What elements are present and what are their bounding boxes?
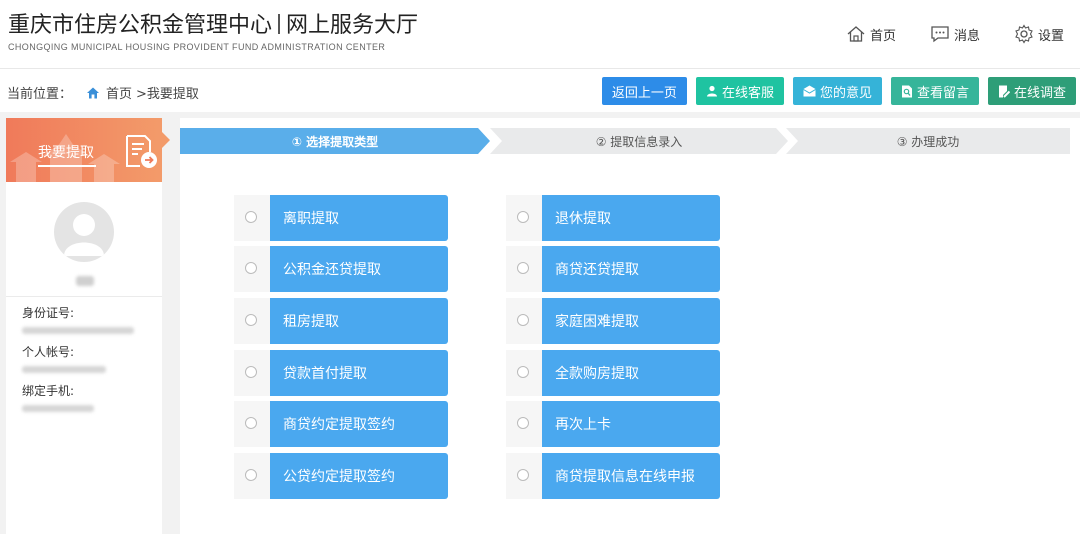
edit-icon: [998, 85, 1010, 98]
radio-button[interactable]: [245, 262, 257, 274]
radio-button[interactable]: [517, 469, 529, 481]
breadcrumb: 当前位置： 首页 >我要提取: [7, 83, 199, 102]
option-card-rebind[interactable]: 再次上卡: [506, 401, 720, 447]
radio-button[interactable]: [245, 314, 257, 326]
radio-button[interactable]: [517, 314, 529, 326]
search-doc-icon: [901, 85, 912, 97]
radio-button[interactable]: [245, 417, 257, 429]
nav-home[interactable]: 首页: [846, 24, 896, 44]
feedback-button[interactable]: 您的意见: [792, 77, 882, 105]
username-redacted: [76, 276, 94, 286]
radio-button[interactable]: [517, 417, 529, 429]
option-rent-withdraw[interactable]: 租房提取: [234, 298, 448, 344]
breadcrumb-bar: 当前位置： 首页 >我要提取 返回上一页 在线客服 您的意见 查看留言 在线调查: [0, 68, 1080, 112]
site-title: 重庆市住房公积金管理中心 网上服务大厅: [8, 13, 419, 38]
radio-button[interactable]: [245, 211, 257, 223]
withdraw-doc-icon: [126, 135, 157, 168]
user-icon: [64, 214, 104, 256]
radio-button[interactable]: [245, 366, 257, 378]
breadcrumb-current: >我要提取: [136, 87, 199, 102]
online-service-button[interactable]: 在线客服: [695, 77, 784, 105]
option-resign-withdraw[interactable]: 离职提取: [234, 195, 448, 241]
option-commercial-loan-repay[interactable]: 商贷还贷提取: [506, 246, 720, 292]
account-number-label: 个人帐号:: [22, 345, 75, 359]
back-button[interactable]: 返回上一页: [601, 77, 687, 105]
sidebar-title: 我要提取: [38, 145, 94, 161]
option-retire-withdraw[interactable]: 退休提取: [506, 195, 720, 241]
id-number-redacted: [22, 327, 134, 334]
mail-icon: [803, 85, 816, 97]
nav-settings[interactable]: 设置: [1014, 24, 1064, 44]
top-nav: 首页 消息 设置: [812, 24, 1064, 44]
divider: [6, 296, 162, 297]
id-number-label: 身份证号:: [22, 306, 75, 320]
logo[interactable]: 重庆市住房公积金管理中心 网上服务大厅 CHONGQING MUNICIPAL H…: [8, 12, 418, 52]
header: 重庆市住房公积金管理中心 网上服务大厅 CHONGQING MUNICIPAL H…: [0, 0, 1080, 68]
option-loan-downpayment[interactable]: 贷款首付提取: [234, 350, 448, 396]
nav-messages[interactable]: 消息: [930, 24, 980, 44]
option-public-agreement-sign[interactable]: 公贷约定提取签约: [234, 453, 448, 499]
person-icon: [706, 85, 717, 97]
step-select-type: ① 选择提取类型: [180, 128, 490, 154]
site-subtitle: CHONGQING MUNICIPAL HOUSING PROVIDENT FU…: [8, 42, 386, 52]
action-buttons: 返回上一页 在线客服 您的意见 查看留言 在线调查: [593, 77, 1076, 105]
step-progress: ① 选择提取类型 ② 提取信息录入 ③ 办理成功: [180, 128, 1070, 154]
gear-icon: [1015, 24, 1033, 44]
user-panel: 我要提取 身份证号: 个人帐号: 绑定手机:: [6, 118, 162, 534]
radio-button[interactable]: [517, 262, 529, 274]
radio-button[interactable]: [517, 366, 529, 378]
option-commercial-agreement-sign[interactable]: 商贷约定提取签约: [234, 401, 448, 447]
breadcrumb-home-link[interactable]: 首页: [106, 83, 132, 102]
step-success: ③ 办理成功: [786, 128, 1070, 154]
radio-button[interactable]: [245, 469, 257, 481]
message-icon: [931, 26, 949, 43]
view-messages-button[interactable]: 查看留言: [890, 77, 979, 105]
radio-button[interactable]: [517, 211, 529, 223]
phone-redacted: [22, 405, 94, 412]
sidebar-pointer: [162, 132, 170, 148]
phone-label: 绑定手机:: [22, 384, 75, 398]
title-underline: [38, 165, 96, 167]
avatar: [54, 202, 114, 262]
home-icon: [847, 26, 865, 42]
option-full-payment-purchase[interactable]: 全款购房提取: [506, 350, 720, 396]
step-enter-info: ② 提取信息录入: [490, 128, 788, 154]
sidebar-header[interactable]: 我要提取: [6, 118, 162, 182]
option-family-hardship[interactable]: 家庭困难提取: [506, 298, 720, 344]
home-icon: [87, 87, 100, 98]
option-commercial-online-report[interactable]: 商贷提取信息在线申报: [506, 453, 720, 499]
account-number-redacted: [22, 366, 106, 373]
option-fund-loan-repay[interactable]: 公积金还贷提取: [234, 246, 448, 292]
online-survey-button[interactable]: 在线调查: [987, 77, 1076, 105]
main-content: ① 选择提取类型 ② 提取信息录入 ③ 办理成功 离职提取 公积金还贷提取 租房…: [180, 118, 1080, 534]
